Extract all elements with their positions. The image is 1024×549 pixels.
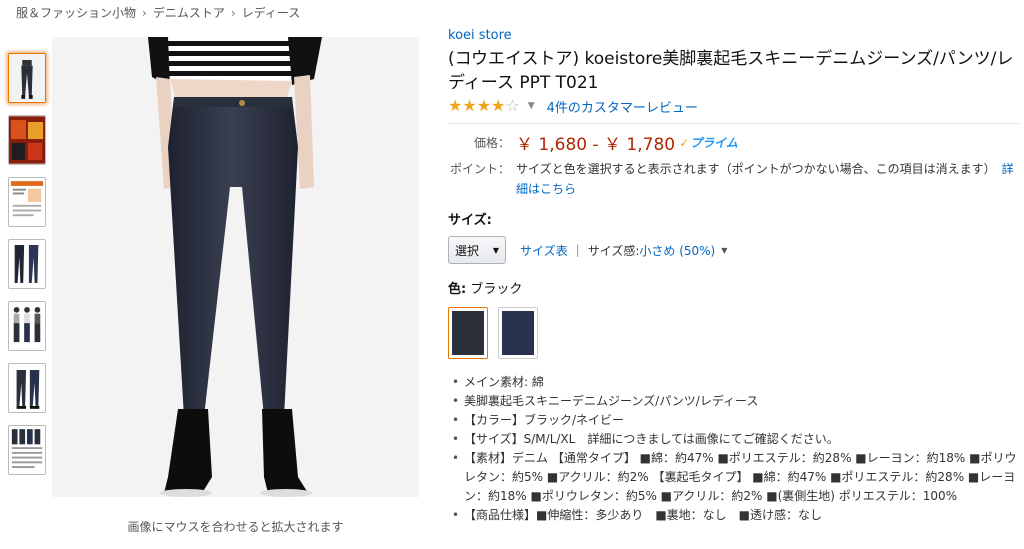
swatch-black[interactable] <box>448 307 488 359</box>
point-label: ポイント： <box>449 162 510 176</box>
rating-row: ★ ★ ★ ★ ☆ ▼ 4件のカスタマーレビュー <box>448 97 1020 116</box>
thumbnail-4[interactable] <box>8 239 46 289</box>
star-icon: ★ <box>462 96 477 115</box>
swatch-navy[interactable] <box>498 307 538 359</box>
thumbnail-list <box>8 53 48 487</box>
price-value: ￥ 1,680 - ￥ 1,780 <box>516 135 676 155</box>
prime-badge: ✓ プライム <box>679 134 738 151</box>
size-row: 選択 ▼ サイズ表 | サイズ感: 小さめ (50%) ▼ <box>448 236 1020 264</box>
color-swatches <box>448 307 1020 359</box>
star-icon: ★ <box>491 96 506 115</box>
size-select-value: 選択 <box>455 243 480 258</box>
breadcrumb: 服＆ファッション小物 › デニムストア › レディース <box>16 4 300 21</box>
customer-reviews-link[interactable]: 4件のカスタマーレビュー <box>547 97 698 116</box>
product-title: (コウエイストア) koeistore美脚裏起毛スキニーデニムジーンズ/パンツ/… <box>448 49 1014 93</box>
point-text: サイズと色を選択すると表示されます（ポイントがつかない場合、この項目は消えます） <box>516 162 996 176</box>
brand-link[interactable]: koei store <box>448 28 1020 43</box>
bullet-item: 【商品仕様】■伸縮性：多少あり ■裏地：なし ■透け感：なし <box>452 506 1020 525</box>
thumbnail-5[interactable] <box>8 301 46 351</box>
chevron-down-icon: ▼ <box>492 245 499 255</box>
star-icon: ☆ <box>505 96 520 115</box>
chevron-down-icon[interactable]: ▼ <box>721 246 727 255</box>
bullet-item: 【カラー】ブラック/ネイビー <box>452 411 1020 430</box>
size-fit-label: サイズ感: <box>587 243 640 258</box>
swatch-black-fill <box>452 311 484 355</box>
thumbnail-3[interactable] <box>8 177 46 227</box>
chevron-down-icon[interactable]: ▼ <box>528 101 535 111</box>
star-icon: ★ <box>448 96 463 115</box>
price-row: 価格： ￥ 1,680 - ￥ 1,780 ✓ プライム <box>448 130 1020 155</box>
chevron-right-icon: › <box>230 6 236 20</box>
size-chart-link[interactable]: サイズ表 <box>520 242 568 259</box>
check-icon: ✓ <box>679 135 690 150</box>
color-label-row: 色: ブラック <box>448 278 1020 297</box>
product-info: koei store (コウエイストア) koeistore美脚裏起毛スキニーデ… <box>448 28 1020 525</box>
bullet-item: 美脚裏起毛スキニーデニムジーンズ/パンツ/レディース <box>452 392 1020 411</box>
point-description: サイズと色を選択すると表示されます（ポイントがつかない場合、この項目は消えます）… <box>516 159 1016 199</box>
thumbnail-1[interactable] <box>8 53 46 103</box>
feature-bullets: メイン素材: 綿 美脚裏起毛スキニーデニムジーンズ/パンツ/レディース 【カラー… <box>448 373 1020 525</box>
point-row: ポイント： サイズと色を選択すると表示されます（ポイントがつかない場合、この項目… <box>448 159 1020 199</box>
prime-label: プライム <box>690 136 738 150</box>
color-value: ブラック <box>470 282 523 297</box>
star-icon: ★ <box>476 96 492 115</box>
thumbnail-2[interactable] <box>8 115 46 165</box>
size-fit-value[interactable]: 小さめ (50%) <box>639 242 715 259</box>
swatch-navy-fill <box>502 311 534 355</box>
size-select[interactable]: 選択 ▼ <box>448 236 506 264</box>
chevron-right-icon: › <box>142 6 147 20</box>
bullet-item: 【素材】デニム 【通常タイプ】 ■綿：約47% ■ポリエステル：約28% ■レー… <box>452 449 1020 506</box>
star-rating[interactable]: ★ ★ ★ ★ ☆ <box>448 98 520 114</box>
separator: | <box>575 243 580 257</box>
price-label: 価格： <box>473 136 510 150</box>
bullet-item: メイン素材: 綿 <box>452 373 1020 392</box>
size-label: サイズ: <box>448 213 492 228</box>
thumbnail-6[interactable] <box>8 363 46 413</box>
main-product-image[interactable] <box>52 37 419 497</box>
breadcrumb-item-denim-store[interactable]: デニムストア <box>153 6 225 20</box>
thumbnail-7[interactable] <box>8 425 46 475</box>
image-zoom-caption: 画像にマウスを合わせると拡大されます <box>127 520 344 534</box>
color-label: 色: <box>448 282 467 297</box>
divider <box>448 123 1020 124</box>
breadcrumb-item-fashion[interactable]: 服＆ファッション小物 <box>16 6 136 20</box>
breadcrumb-item-ladies[interactable]: レディース <box>242 6 301 20</box>
bullet-item: 【サイズ】S/M/L/XL 詳細につきましては画像にてご確認ください。 <box>452 430 1020 449</box>
